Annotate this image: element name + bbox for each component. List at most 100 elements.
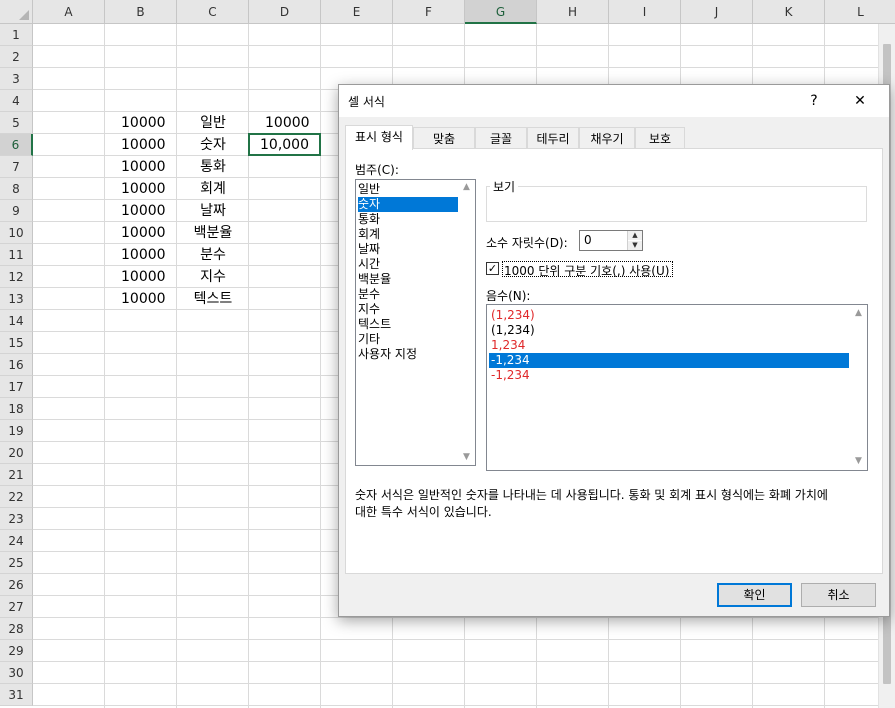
negative-format-option[interactable]: -1,234 <box>489 368 849 383</box>
row-header[interactable]: 10 <box>0 222 33 244</box>
cell-b[interactable]: 10000 <box>105 200 177 222</box>
cell-b[interactable]: 10000 <box>105 156 177 178</box>
row-header[interactable]: 1 <box>0 24 33 46</box>
negative-format-option[interactable]: (1,234) <box>489 308 849 323</box>
cell-c[interactable]: 텍스트 <box>177 288 249 310</box>
cell-c[interactable]: 회계 <box>177 178 249 200</box>
cell-d5[interactable]: 10000 <box>249 112 321 134</box>
row-header[interactable]: 16 <box>0 354 33 376</box>
cell-c[interactable]: 날짜 <box>177 200 249 222</box>
cell-c[interactable]: 지수 <box>177 266 249 288</box>
cell-b[interactable]: 10000 <box>105 266 177 288</box>
negative-list-scrollbar[interactable]: ▲ ▼ <box>850 305 867 470</box>
cell-c[interactable]: 백분율 <box>177 222 249 244</box>
negative-format-option[interactable]: -1,234 <box>489 353 849 368</box>
category-item[interactable]: 지수 <box>358 302 458 317</box>
spin-up-icon[interactable]: ▲ <box>628 231 642 240</box>
row-header[interactable]: 2 <box>0 46 33 68</box>
row-header[interactable]: 20 <box>0 442 33 464</box>
row-header[interactable]: 3 <box>0 68 33 90</box>
help-button[interactable]: ? <box>791 85 837 117</box>
row-header[interactable]: 13 <box>0 288 33 310</box>
negative-format-option[interactable]: 1,234 <box>489 338 849 353</box>
category-scrollbar[interactable]: ▲ ▼ <box>458 180 475 465</box>
category-item[interactable]: 사용자 지정 <box>358 347 458 362</box>
cell-b[interactable]: 10000 <box>105 222 177 244</box>
scroll-down-icon[interactable]: ▼ <box>854 457 863 466</box>
category-item[interactable]: 백분율 <box>358 272 458 287</box>
cell-b[interactable]: 10000 <box>105 288 177 310</box>
row-header[interactable]: 15 <box>0 332 33 354</box>
thousands-separator-label[interactable]: 1000 단위 구분 기호(,) 사용(U) <box>504 262 669 279</box>
row-header[interactable]: 21 <box>0 464 33 486</box>
tab[interactable]: 채우기 <box>579 127 635 149</box>
decimal-places-spinner[interactable]: 0 ▲ ▼ <box>579 230 643 251</box>
category-item[interactable]: 통화 <box>358 212 458 227</box>
negative-numbers-listbox[interactable]: (1,234) (1,234) 1,234 -1,234 -1,234 ▲ ▼ <box>486 304 868 471</box>
column-header[interactable]: D <box>249 0 321 24</box>
row-header[interactable]: 28 <box>0 618 33 640</box>
column-header[interactable]: L <box>825 0 895 24</box>
ok-button[interactable]: 확인 <box>717 583 792 607</box>
column-header[interactable]: H <box>537 0 609 24</box>
category-item[interactable]: 시간 <box>358 257 458 272</box>
column-header[interactable]: A <box>33 0 105 24</box>
row-header[interactable]: 24 <box>0 530 33 552</box>
row-header[interactable]: 19 <box>0 420 33 442</box>
scroll-up-icon[interactable]: ▲ <box>462 183 471 192</box>
cell-c[interactable]: 숫자 <box>177 134 249 156</box>
column-header[interactable]: B <box>105 0 177 24</box>
category-item[interactable]: 기타 <box>358 332 458 347</box>
tab[interactable]: 보호 <box>635 127 685 149</box>
row-header[interactable]: 29 <box>0 640 33 662</box>
spin-down-icon[interactable]: ▼ <box>628 241 642 250</box>
scroll-down-icon[interactable]: ▼ <box>462 453 471 462</box>
row-header[interactable]: 22 <box>0 486 33 508</box>
column-header[interactable]: F <box>393 0 465 24</box>
negative-format-option[interactable]: (1,234) <box>489 323 849 338</box>
row-header[interactable]: 27 <box>0 596 33 618</box>
column-header[interactable]: E <box>321 0 393 24</box>
row-header[interactable]: 6 <box>0 134 33 156</box>
row-header[interactable]: 4 <box>0 90 33 112</box>
cell-b[interactable]: 10000 <box>105 112 177 134</box>
category-item[interactable]: 분수 <box>358 287 458 302</box>
select-all-corner[interactable] <box>0 0 33 24</box>
category-item[interactable]: 회계 <box>358 227 458 242</box>
row-header[interactable]: 26 <box>0 574 33 596</box>
cell-b[interactable]: 10000 <box>105 178 177 200</box>
scroll-up-icon[interactable]: ▲ <box>854 309 863 318</box>
category-item[interactable]: 날짜 <box>358 242 458 257</box>
thousands-separator-checkbox[interactable]: ✓ <box>486 262 499 275</box>
row-header[interactable]: 9 <box>0 200 33 222</box>
cell-b[interactable]: 10000 <box>105 134 177 156</box>
close-button[interactable]: ✕ <box>837 85 883 117</box>
column-header[interactable]: C <box>177 0 249 24</box>
cancel-button[interactable]: 취소 <box>801 583 876 607</box>
column-header[interactable]: G <box>465 0 537 24</box>
category-listbox[interactable]: 일반 숫자 통화 회계 날짜 시간 백분율 분수 지수 텍스트 기타 사용자 지정 ▲ ▼ <box>355 179 476 466</box>
cell-c[interactable]: 분수 <box>177 244 249 266</box>
row-header[interactable]: 25 <box>0 552 33 574</box>
column-header[interactable]: K <box>753 0 825 24</box>
tab[interactable]: 맞춤 <box>413 127 475 149</box>
row-header[interactable]: 30 <box>0 662 33 684</box>
row-header[interactable]: 31 <box>0 684 33 706</box>
decimal-places-value[interactable]: 0 <box>584 233 592 247</box>
row-header[interactable]: 12 <box>0 266 33 288</box>
row-header[interactable]: 7 <box>0 156 33 178</box>
category-item[interactable]: 텍스트 <box>358 317 458 332</box>
tab[interactable]: 표시 형식 <box>345 125 413 150</box>
category-item[interactable]: 일반 <box>358 182 458 197</box>
column-header[interactable]: I <box>609 0 681 24</box>
row-header[interactable]: 11 <box>0 244 33 266</box>
cell-c[interactable]: 통화 <box>177 156 249 178</box>
tab[interactable]: 글꼴 <box>475 127 527 149</box>
row-header[interactable]: 23 <box>0 508 33 530</box>
category-item[interactable]: 숫자 <box>358 197 458 212</box>
tab[interactable]: 테두리 <box>527 127 579 149</box>
cell-c[interactable]: 일반 <box>177 112 249 134</box>
selected-cell-outline[interactable] <box>248 133 321 156</box>
row-header[interactable]: 8 <box>0 178 33 200</box>
row-header[interactable]: 17 <box>0 376 33 398</box>
